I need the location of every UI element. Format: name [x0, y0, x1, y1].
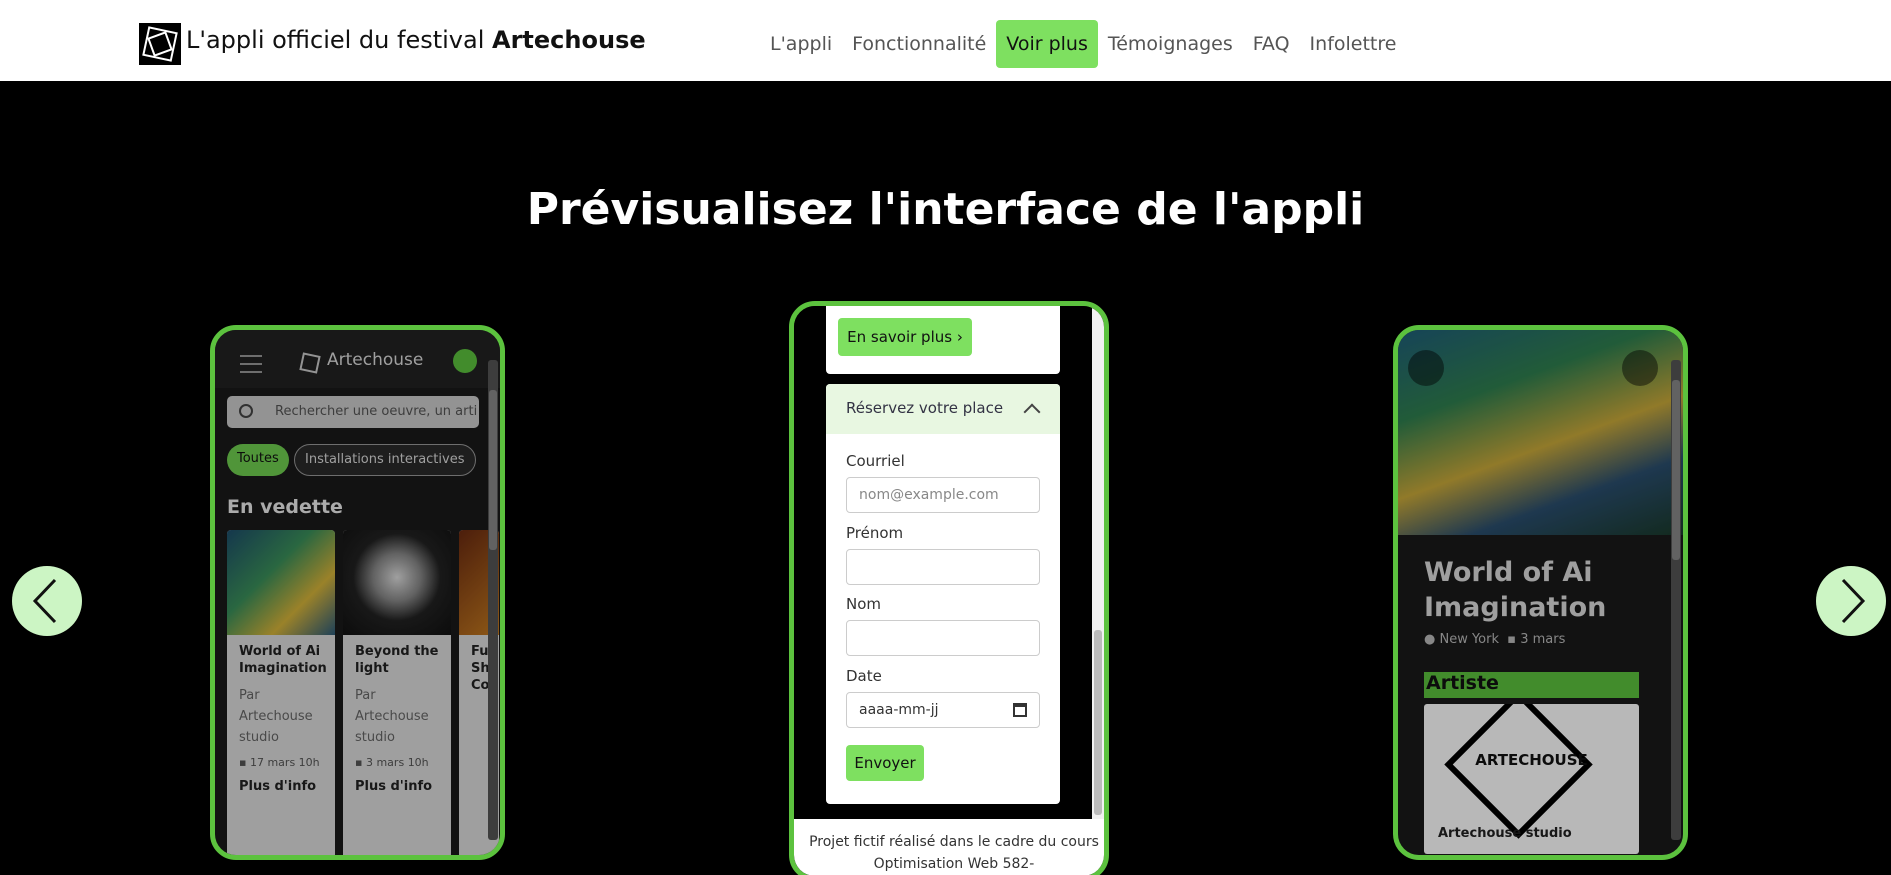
carousel-prev-button[interactable]	[12, 566, 82, 636]
event-card[interactable]: Beyond the light Par Artechouse studio ▪…	[343, 530, 451, 855]
like-icon[interactable]	[1622, 350, 1658, 386]
brand-name: Artechouse	[492, 26, 646, 54]
filter-chip-installations[interactable]: Installations interactives	[294, 444, 476, 476]
more-info-link[interactable]: Plus d'info	[343, 773, 451, 800]
learn-more-button[interactable]: En savoir plus ›	[838, 318, 972, 356]
accordion-header[interactable]: Réservez votre place	[826, 384, 1060, 434]
event-image	[227, 530, 335, 635]
nav-item-faq[interactable]: FAQ	[1243, 20, 1300, 68]
user-icon: ●	[1424, 632, 1436, 647]
artist-heading: Artiste	[1424, 672, 1639, 698]
artwork-date: 3 mars	[1520, 632, 1566, 647]
lastname-field[interactable]	[846, 620, 1040, 656]
artwork-location: New York	[1439, 632, 1500, 647]
event-date: 17 mars	[249, 756, 296, 769]
carousel-next-button[interactable]	[1816, 566, 1886, 636]
logo-icon	[299, 352, 321, 374]
event-title: World of Ai Imagination	[239, 644, 327, 676]
site-header: L'appli officiel du festival Artechouse …	[0, 0, 1891, 81]
search-input[interactable]: Rechercher une oeuvre, un arti	[227, 396, 479, 428]
event-card[interactable]: World of Ai Imagination Par Artechouse s…	[227, 530, 335, 855]
nav-item-appli[interactable]: L'appli	[760, 20, 842, 68]
email-label: Courriel	[846, 452, 905, 470]
date-field[interactable]: aaaa-mm-jj	[846, 692, 1040, 728]
featured-heading: En vedette	[227, 496, 343, 518]
search-placeholder: Rechercher une oeuvre, un arti	[275, 404, 478, 419]
phone-preview-home: Artechouse Rechercher une oeuvre, un art…	[210, 325, 505, 860]
email-field[interactable]: nom@example.com	[846, 477, 1040, 513]
brand-prefix: L'appli officiel du festival	[186, 26, 485, 54]
event-author: Par Artechouse studio	[239, 688, 313, 745]
logo-icon[interactable]	[139, 23, 181, 65]
artist-logo-text: ARTECHOUSE	[1475, 751, 1588, 769]
nav-item-infolettre[interactable]: Infolettre	[1300, 20, 1407, 68]
calendar-icon[interactable]	[1013, 703, 1027, 717]
nav-item-temoignages[interactable]: Témoignages	[1098, 20, 1243, 68]
booking-accordion: Réservez votre place Courriel nom@exampl…	[826, 384, 1060, 804]
app-title: Artechouse	[327, 350, 424, 370]
firstname-label: Prénom	[846, 524, 904, 542]
scrollbar[interactable]	[1671, 360, 1681, 840]
nav-item-voir-plus[interactable]: Voir plus	[996, 20, 1098, 68]
calendar-icon: ▪	[355, 756, 363, 769]
app-topbar: Artechouse	[215, 330, 500, 388]
lastname-label: Nom	[846, 595, 882, 613]
main-nav: L'appli Fonctionnalité Voir plus Témoign…	[760, 20, 1406, 68]
event-title: Beyond the light	[355, 644, 439, 676]
scrollbar[interactable]	[488, 360, 498, 840]
artist-logo	[1444, 704, 1593, 839]
accordion-title: Réservez votre place	[846, 399, 1004, 417]
submit-button[interactable]: Envoyer	[846, 745, 924, 781]
filter-chip-toutes[interactable]: Toutes	[227, 444, 289, 476]
app-screen: En savoir plus › Réservez votre place Co…	[794, 306, 1092, 875]
section-title: Prévisualisez l'interface de l'appli	[526, 184, 1365, 235]
phone-preview-detail: World of Ai Imagination ● New York ▪ 3 m…	[1393, 325, 1688, 860]
footer-text: Projet fictif réalisé dans le cadre du c…	[794, 819, 1104, 875]
chevron-left-icon[interactable]	[1408, 350, 1444, 386]
artwork-title: World of Ai Imagination	[1424, 557, 1607, 623]
brand-title[interactable]: L'appli officiel du festival Artechouse	[186, 26, 646, 54]
firstname-field[interactable]	[846, 549, 1040, 585]
artist-name: Artechouse studio	[1438, 826, 1572, 841]
more-info-link[interactable]: Plus d'info	[227, 773, 335, 800]
nav-item-fonctionnalite[interactable]: Fonctionnalité	[842, 20, 996, 68]
menu-icon[interactable]	[240, 355, 262, 379]
search-icon	[239, 404, 253, 418]
scrollbar[interactable]	[1092, 306, 1104, 819]
chevron-up-icon	[1023, 403, 1041, 421]
phone-preview-booking: En savoir plus › Réservez votre place Co…	[789, 301, 1109, 875]
event-author: Par Artechouse studio	[355, 688, 429, 745]
event-image	[343, 530, 451, 635]
calendar-icon: ▪	[239, 756, 247, 769]
calendar-icon: ▪	[1507, 632, 1517, 647]
info-card: En savoir plus ›	[826, 306, 1060, 374]
event-time: 10h	[407, 756, 429, 769]
chevron-left-icon	[32, 578, 57, 624]
event-time: 10h	[298, 756, 320, 769]
artist-card[interactable]: ARTECHOUSE Artechouse studio	[1424, 704, 1639, 854]
date-label: Date	[846, 667, 882, 685]
chevron-right-icon	[1841, 578, 1866, 624]
user-icon[interactable]	[453, 349, 477, 373]
artwork-image	[1398, 330, 1683, 535]
event-date: 3 mars	[365, 756, 405, 769]
artwork-meta: ● New York ▪ 3 mars	[1424, 632, 1565, 647]
